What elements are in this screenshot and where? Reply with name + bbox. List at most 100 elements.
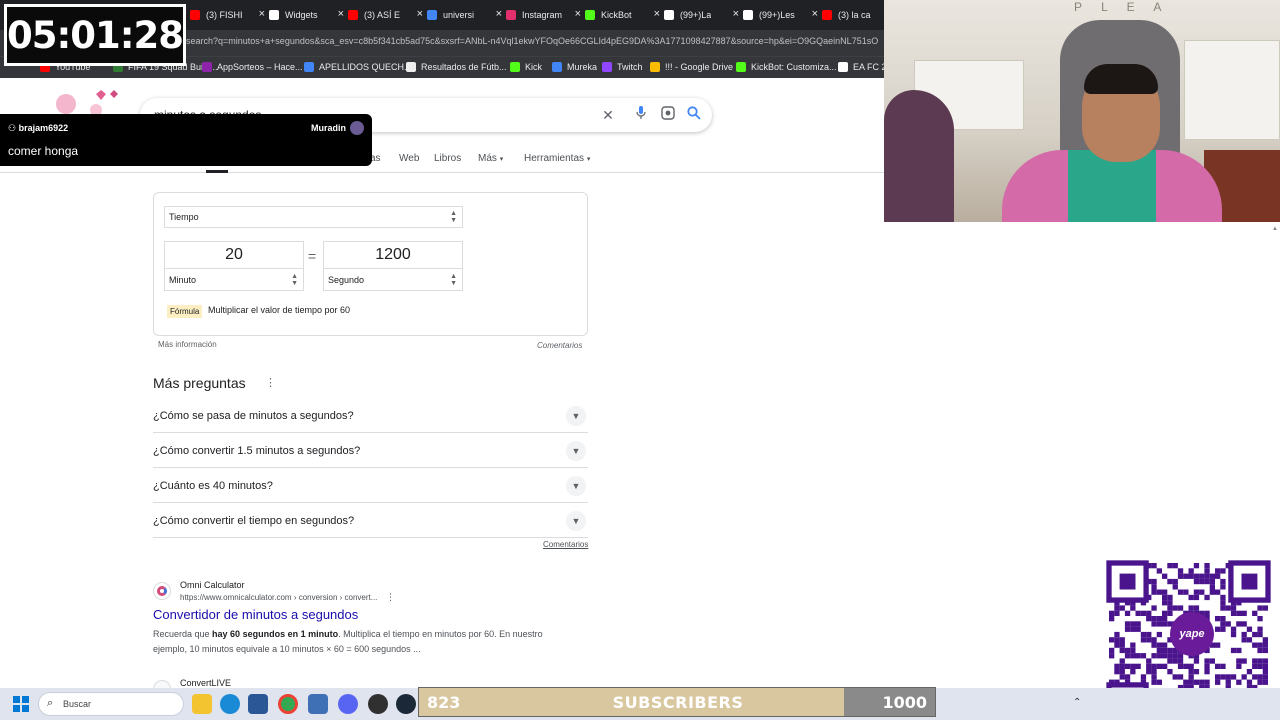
select-arrow-icon: ▲ ▼ [450, 272, 457, 287]
obs-icon[interactable] [368, 694, 388, 714]
close-tab-icon[interactable]: × [496, 8, 502, 20]
lens-icon[interactable] [659, 106, 677, 124]
bookmark-item[interactable]: Twitch [602, 62, 643, 72]
from-unit: Minuto [169, 274, 197, 285]
microphone-icon[interactable] [632, 106, 650, 124]
result-snippet: Recuerda que hay 60 segundos en 1 minuto… [153, 627, 573, 657]
result-site-name[interactable]: ConvertLIVE [180, 678, 231, 688]
close-tab-icon[interactable]: × [733, 8, 739, 20]
close-tab-icon[interactable]: × [338, 8, 344, 20]
to-unit: Segundo [328, 274, 365, 285]
edge-icon[interactable] [220, 694, 240, 714]
more-options-icon[interactable]: ⋮ [265, 376, 276, 389]
url-text[interactable]: search?q=minutos+a+segundos&sca_esv=c8b5… [186, 36, 884, 46]
tab-label: (99+)Les [759, 10, 795, 20]
active-tab-indicator [206, 170, 228, 173]
chevron-down-icon[interactable]: ▼ [566, 406, 586, 426]
more-options-icon[interactable]: ⋮ [386, 592, 395, 603]
file-explorer-icon[interactable] [192, 694, 212, 714]
tab-libros[interactable]: Libros [434, 153, 461, 164]
tab-favicon-icon [348, 10, 358, 20]
browser-tab[interactable]: Instagram × [506, 4, 581, 26]
paa-question[interactable]: ¿Cómo convertir 1.5 minutos a segundos? … [153, 433, 588, 468]
bookmark-item[interactable]: !!! - Google Drive [650, 62, 733, 72]
browser-tab[interactable]: universi × [427, 4, 502, 26]
result-title-link[interactable]: Convertidor de minutos a segundos [153, 607, 358, 622]
tab-label: Widgets [285, 10, 318, 20]
close-tab-icon[interactable]: × [812, 8, 818, 20]
paa-feedback-link[interactable]: Comentarios [543, 540, 588, 549]
taskbar-search[interactable]: ⌕ Buscar [38, 692, 184, 716]
paa-question[interactable]: ¿Cómo convertir el tiempo en segundos? ▼ [153, 503, 588, 538]
close-tab-icon[interactable]: × [654, 8, 660, 20]
clear-icon[interactable]: ✕ [599, 106, 617, 124]
from-value-input[interactable]: 20 [164, 241, 304, 269]
discord-icon[interactable] [338, 694, 358, 714]
converter-feedback-link[interactable]: Comentarios [537, 341, 582, 350]
search-icon[interactable] [685, 106, 703, 124]
tab-favicon-icon [822, 10, 832, 20]
steam-icon[interactable] [396, 694, 416, 714]
subscriber-goal-bar: 823 SUBSCRIBERS 1000 [418, 687, 936, 717]
omni-calculator-favicon[interactable] [153, 582, 171, 600]
browser-tab[interactable]: (3) ASÍ E × [348, 4, 423, 26]
more-info-link[interactable]: Más información [158, 340, 217, 349]
tab-web[interactable]: Web [399, 153, 419, 164]
bookmark-icon [602, 62, 612, 72]
tab-label: (3) la ca [838, 10, 871, 20]
close-tab-icon[interactable]: × [417, 8, 423, 20]
browser-tab[interactable]: Widgets × [269, 4, 344, 26]
browser-tab[interactable]: KickBot × [585, 4, 660, 26]
to-value-input[interactable]: 1200 [323, 241, 463, 269]
result-url[interactable]: https://www.omnicalculator.com › convers… [180, 593, 377, 602]
browser-tab[interactable]: (99+)Les × [743, 4, 818, 26]
tab-label: universi [443, 10, 475, 20]
bookmark-item[interactable]: KickBot: Customiza... [736, 62, 837, 72]
scrollbar-up-icon[interactable]: ▲ [1272, 226, 1280, 232]
snippet-bold: hay 60 segundos en 1 minuto [212, 629, 339, 639]
paa-question[interactable]: ¿Cómo se pasa de minutos a segundos? ▼ [153, 398, 588, 433]
tab-label: KickBot [601, 10, 632, 20]
bookmark-label: Twitch [617, 62, 643, 72]
tray-overflow-icon[interactable]: ⌃ [1073, 697, 1081, 708]
chevron-down-icon[interactable]: ▼ [566, 441, 586, 461]
chevron-down-icon[interactable]: ▼ [566, 511, 586, 531]
paa-question[interactable]: ¿Cuánto es 40 minutos? ▼ [153, 468, 588, 503]
paa-question-text: ¿Cómo convertir el tiempo en segundos? [153, 515, 355, 527]
tab-favicon-icon [743, 10, 753, 20]
bookmark-label: AppSorteos – Hace... [217, 62, 303, 72]
result-site-name[interactable]: Omni Calculator [180, 580, 245, 590]
bookmark-item[interactable]: Mureka [552, 62, 597, 72]
windows-start-icon[interactable] [13, 696, 29, 712]
tab-favicon-icon [664, 10, 674, 20]
tab-herramientas[interactable]: Herramientas ▾ [524, 153, 590, 164]
tab-label: Instagram [522, 10, 563, 20]
store-icon[interactable] [248, 694, 268, 714]
tab-favicon-icon [269, 10, 279, 20]
bookmark-icon [650, 62, 660, 72]
bookmark-item[interactable]: Kick [510, 62, 542, 72]
bookmark-label: !!! - Google Drive [665, 62, 734, 72]
chat-bot-name: Muradin [311, 123, 346, 133]
bookmark-item[interactable]: AppSorteos – Hace... [202, 62, 303, 72]
app-icon[interactable] [308, 694, 328, 714]
close-tab-icon[interactable]: × [259, 8, 265, 20]
bot-avatar-icon [350, 121, 364, 135]
paa-title: Más preguntas [153, 375, 246, 391]
bookmark-item[interactable]: APELLIDOS QUECH... [304, 62, 412, 72]
close-tab-icon[interactable]: × [575, 8, 581, 20]
chevron-down-icon: ▾ [586, 156, 591, 163]
category-select[interactable]: Tiempo ▲ ▼ [164, 206, 463, 228]
bookmark-icon [202, 62, 212, 72]
tab-label: (3) ASÍ E [364, 10, 401, 20]
from-unit-select[interactable]: Minuto ▲ ▼ [164, 269, 304, 291]
browser-tab[interactable]: (99+)La × [664, 4, 739, 26]
chevron-down-icon[interactable]: ▼ [566, 476, 586, 496]
tab-mas[interactable]: Más ▾ [478, 153, 503, 164]
to-unit-select[interactable]: Segundo ▲ ▼ [323, 269, 463, 291]
chrome-icon[interactable] [278, 694, 298, 714]
bookmark-item[interactable]: Resultados de Fútb... [406, 62, 507, 72]
browser-tab[interactable]: (3) FISHI × [190, 4, 265, 26]
tab-label: (99+)La [680, 10, 712, 20]
bookmark-label: APELLIDOS QUECH... [319, 62, 412, 72]
